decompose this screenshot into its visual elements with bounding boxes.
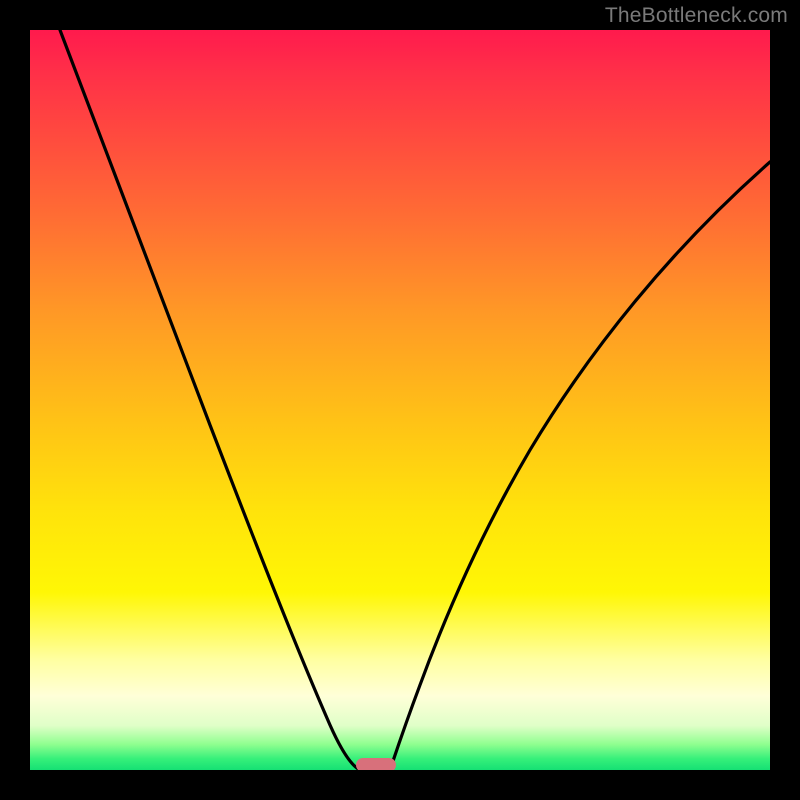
curve-right xyxy=(390,162,770,770)
curve-left xyxy=(60,30,360,770)
optimal-marker xyxy=(356,758,396,770)
chart-curves xyxy=(30,30,770,770)
watermark-text: TheBottleneck.com xyxy=(605,4,788,28)
chart-frame: TheBottleneck.com xyxy=(0,0,800,800)
chart-plot-area xyxy=(30,30,770,770)
